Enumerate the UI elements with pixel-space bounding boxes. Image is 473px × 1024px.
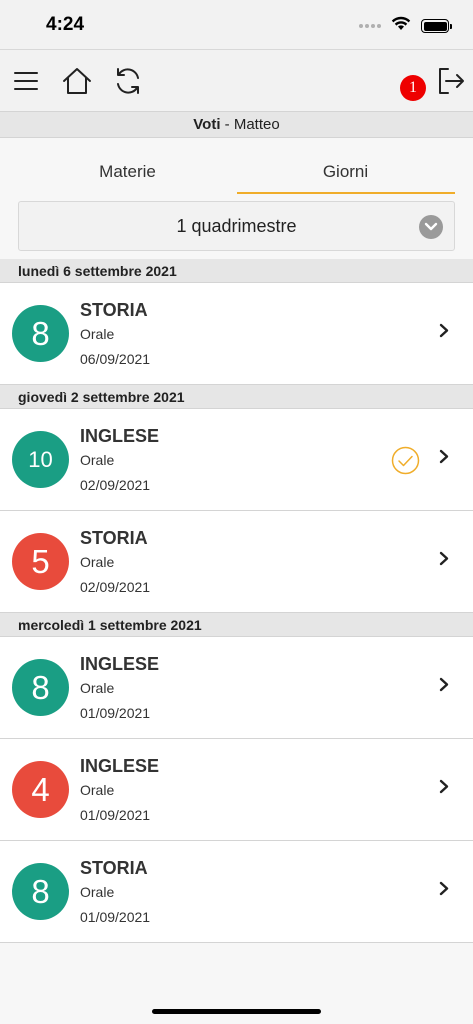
grade-date: 02/09/2021 — [80, 477, 151, 493]
chevron-right-icon — [439, 551, 449, 571]
subject-name: STORIA — [80, 858, 148, 878]
status-bar: 4:24 — [0, 0, 473, 50]
grade-date: 06/09/2021 — [80, 351, 151, 367]
grade-row[interactable]: 8 STORIA Orale 01/09/2021 — [0, 841, 473, 943]
grade-type: Orale — [80, 884, 115, 900]
wifi-icon — [391, 16, 411, 36]
chevron-right-icon — [439, 323, 449, 343]
subject-name: INGLESE — [80, 426, 160, 446]
title-separator: - — [220, 116, 234, 133]
period-select[interactable]: 1 quadrimestre — [18, 201, 455, 251]
logout-icon[interactable] — [433, 64, 467, 98]
tab-giorni[interactable]: Giorni — [236, 162, 455, 194]
refresh-icon[interactable] — [111, 64, 145, 98]
signal-icon — [359, 24, 381, 28]
grade-circle: 10 — [12, 431, 69, 488]
period-select-value: 1 quadrimestre — [176, 215, 297, 236]
grade-circle: 8 — [12, 659, 69, 716]
grade-row[interactable]: 10 INGLESE Orale 02/09/2021 — [0, 409, 473, 511]
chevron-right-icon — [439, 779, 449, 799]
grade-circle: 4 — [12, 761, 69, 818]
menu-icon[interactable] — [9, 64, 43, 98]
status-icons — [359, 16, 452, 36]
grade-circle: 8 — [12, 305, 69, 362]
subject-name: STORIA — [80, 300, 148, 320]
grade-type: Orale — [80, 452, 115, 468]
grade-circle: 5 — [12, 533, 69, 590]
student-name: Matteo — [233, 116, 280, 133]
grade-list: lunedì 6 settembre 2021 8 STORIA Orale 06/09… — [0, 259, 473, 943]
page-title: Voti - Matteo — [0, 112, 473, 138]
grade-circle: 8 — [12, 863, 69, 920]
home-icon[interactable] — [60, 64, 94, 98]
chevron-right-icon — [439, 881, 449, 901]
grade-row[interactable]: 5 STORIA Orale 02/09/2021 — [0, 511, 473, 613]
grade-type: Orale — [80, 680, 115, 696]
day-header: giovedì 2 settembre 2021 — [0, 385, 473, 409]
check-circle-icon — [391, 446, 420, 480]
grade-date: 01/09/2021 — [80, 807, 151, 823]
chevron-right-icon — [439, 449, 449, 469]
grade-type: Orale — [80, 782, 115, 798]
grade-type: Orale — [80, 326, 115, 342]
chevron-down-icon — [419, 215, 443, 239]
tab-bar: Materie Giorni — [0, 138, 473, 194]
day-header: lunedì 6 settembre 2021 — [0, 259, 473, 283]
tab-materie[interactable]: Materie — [19, 162, 237, 194]
grade-type: Orale — [80, 554, 115, 570]
grade-row[interactable]: 4 INGLESE Orale 01/09/2021 — [0, 739, 473, 841]
subject-name: INGLESE — [80, 654, 160, 674]
page-title-label: Voti — [193, 116, 221, 133]
home-indicator — [152, 1009, 321, 1014]
subject-name: INGLESE — [80, 756, 160, 776]
status-time: 4:24 — [46, 14, 85, 35]
battery-icon — [421, 19, 452, 33]
subject-name: STORIA — [80, 528, 148, 548]
grade-row[interactable]: 8 STORIA Orale 06/09/2021 — [0, 283, 473, 385]
grade-date: 02/09/2021 — [80, 579, 151, 595]
notification-badge[interactable]: 1 — [400, 75, 426, 101]
grade-date: 01/09/2021 — [80, 909, 151, 925]
grade-row[interactable]: 8 INGLESE Orale 01/09/2021 — [0, 637, 473, 739]
day-header: mercoledì 1 settembre 2021 — [0, 613, 473, 637]
grade-date: 01/09/2021 — [80, 705, 151, 721]
chevron-right-icon — [439, 677, 449, 697]
